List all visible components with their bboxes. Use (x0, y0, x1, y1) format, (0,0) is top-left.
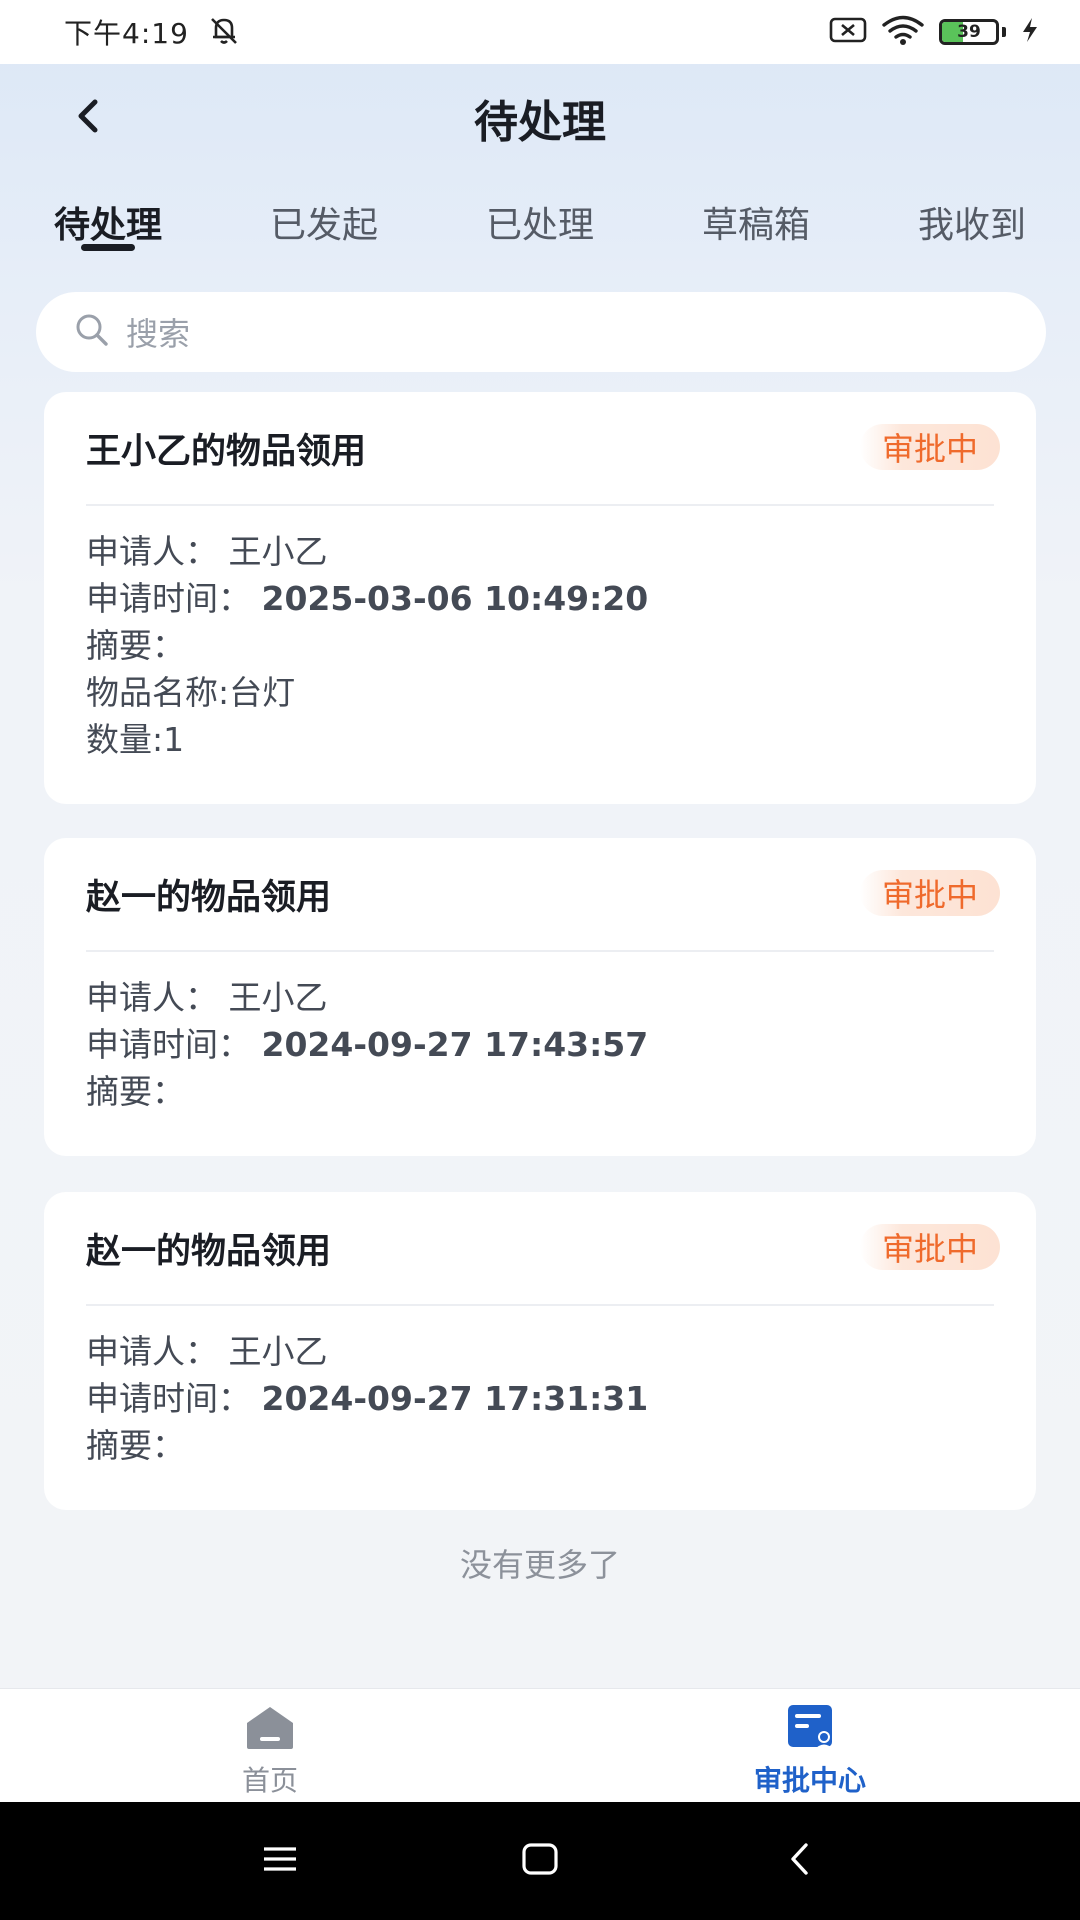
charging-icon (1020, 16, 1040, 48)
applicant-label: 申请人： (86, 1332, 218, 1371)
wifi-icon (881, 14, 925, 50)
summary-row: 摘要： (86, 1068, 994, 1115)
apply-time-value: 2024-09-27 17:43:57 (261, 1025, 649, 1064)
tab-label: 待处理 (53, 205, 162, 246)
bottom-nav: 首页 审批中心 (0, 1688, 1080, 1802)
nav-home[interactable]: 首页 (0, 1689, 540, 1802)
header: 待处理 (0, 64, 1080, 172)
card-header: 王小乙的物品领用 审批中 (86, 392, 1000, 504)
apply-time-row: 申请时间： 2024-09-27 17:43:57 (86, 1021, 994, 1068)
tab-initiated[interactable]: 已发起 (216, 182, 432, 262)
battery-cap (1002, 27, 1006, 37)
card-title: 赵一的物品领用 (86, 1231, 332, 1272)
tab-label: 已处理 (485, 205, 594, 246)
card-body: 申请人： 王小乙 申请时间： 2025-03-06 10:49:20 摘要： 物… (86, 506, 994, 763)
apply-time-row: 申请时间： 2024-09-27 17:31:31 (86, 1375, 994, 1422)
apply-time-value: 2025-03-06 10:49:20 (261, 579, 649, 618)
sim-off-icon (829, 16, 867, 48)
applicant-row: 申请人： 王小乙 (86, 974, 994, 1021)
tab-received[interactable]: 我收到 (864, 182, 1080, 262)
applicant-label: 申请人： (86, 532, 218, 571)
list-end-text: 没有更多了 (459, 1546, 620, 1584)
system-home-button[interactable] (510, 1831, 570, 1891)
tab-label: 已发起 (269, 205, 378, 246)
square-icon (520, 1839, 560, 1883)
apply-time-value: 2024-09-27 17:31:31 (261, 1379, 649, 1418)
approval-card[interactable]: 赵一的物品领用 审批中 申请人： 王小乙 申请时间： 2024-09-27 17… (44, 838, 1036, 1156)
applicant-value: 王小乙 (228, 978, 328, 1017)
page-title: 待处理 (474, 97, 606, 148)
tab-pending[interactable]: 待处理 (0, 182, 216, 262)
card-header: 赵一的物品领用 审批中 (86, 1192, 1000, 1304)
approval-pending-page: 下午4:19 39 待处理 待处理 已发起 已处理 草稿箱 我收到 搜索 王小乙… (0, 0, 1080, 1920)
search-input[interactable]: 搜索 (36, 292, 1046, 372)
home-icon (242, 1703, 298, 1755)
nav-approval-center[interactable]: 审批中心 (540, 1689, 1080, 1802)
apply-time-label: 申请时间： (86, 1025, 251, 1064)
applicant-value: 王小乙 (228, 532, 328, 571)
nav-home-label: 首页 (241, 1764, 298, 1797)
search-placeholder: 搜索 (126, 315, 191, 353)
status-badge: 审批中 (859, 870, 1000, 916)
chevron-left-icon (73, 96, 103, 140)
tab-active-indicator (81, 244, 135, 251)
system-navigation-bar (0, 1802, 1080, 1920)
apply-time-row: 申请时间： 2025-03-06 10:49:20 (86, 575, 994, 622)
status-badge: 审批中 (859, 1224, 1000, 1270)
summary-row: 摘要： (86, 622, 994, 669)
summary-label: 摘要： (86, 626, 185, 665)
tab-bar: 待处理 已发起 已处理 草稿箱 我收到 (0, 182, 1080, 262)
applicant-row: 申请人： 王小乙 (86, 528, 994, 575)
card-header: 赵一的物品领用 审批中 (86, 838, 1000, 950)
card-body: 申请人： 王小乙 申请时间： 2024-09-27 17:43:57 摘要： (86, 952, 994, 1115)
status-badge: 审批中 (859, 424, 1000, 470)
battery-icon: 39 (939, 19, 999, 45)
search-icon (72, 310, 112, 354)
summary-row: 摘要： (86, 1422, 994, 1469)
applicant-value: 王小乙 (228, 1332, 328, 1371)
summary-item-quantity: 数量:1 (86, 720, 185, 759)
status-bar: 下午4:19 39 (0, 0, 1080, 64)
tab-label: 草稿箱 (701, 205, 810, 246)
summary-label: 摘要： (86, 1072, 185, 1111)
back-button[interactable] (60, 90, 116, 146)
approval-card[interactable]: 王小乙的物品领用 审批中 申请人： 王小乙 申请时间： 2025-03-06 1… (44, 392, 1036, 804)
nav-approval-center-label: 审批中心 (753, 1764, 866, 1797)
bell-muted-icon (207, 13, 241, 51)
card-title: 赵一的物品领用 (86, 877, 332, 918)
tab-processed[interactable]: 已处理 (432, 182, 648, 262)
applicant-row: 申请人： 王小乙 (86, 1328, 994, 1375)
approval-center-icon (782, 1703, 838, 1755)
tab-label: 我收到 (917, 205, 1026, 246)
apply-time-label: 申请时间： (86, 1379, 251, 1418)
tab-drafts[interactable]: 草稿箱 (648, 182, 864, 262)
status-time: 下午4:19 (64, 17, 189, 50)
applicant-label: 申请人： (86, 978, 218, 1017)
summary-item-name: 物品名称:台灯 (86, 673, 296, 712)
summary-label: 摘要： (86, 1426, 185, 1465)
system-back-button[interactable] (770, 1831, 830, 1891)
system-menu-button[interactable] (250, 1831, 310, 1891)
battery-level-text: 39 (957, 22, 981, 42)
menu-icon (260, 1842, 300, 1880)
card-title: 王小乙的物品领用 (86, 431, 367, 472)
apply-time-label: 申请时间： (86, 579, 251, 618)
approval-card[interactable]: 赵一的物品领用 审批中 申请人： 王小乙 申请时间： 2024-09-27 17… (44, 1192, 1036, 1510)
back-arrow-icon (785, 1839, 815, 1883)
card-body: 申请人： 王小乙 申请时间： 2024-09-27 17:31:31 摘要： (86, 1306, 994, 1469)
